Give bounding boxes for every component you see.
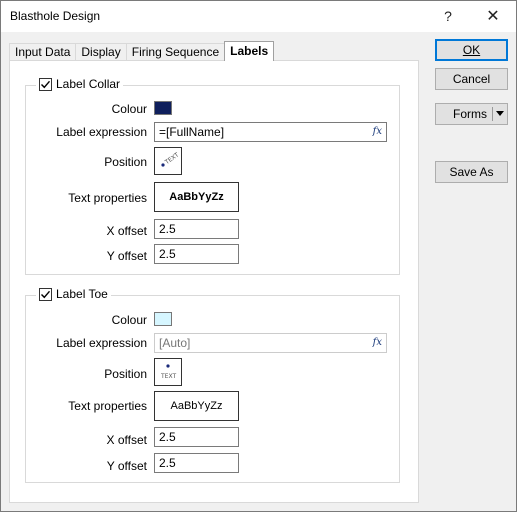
collar-position-text: TEXT [163,151,180,166]
label-toe-checkbox-label: Label Toe [56,287,108,301]
collar-position-picker[interactable]: TEXT [154,147,182,175]
collar-x-offset-value: 2.5 [159,222,176,236]
collar-expression-input[interactable]: =[FullName] fx [154,122,387,142]
toe-x-offset-label: X offset [106,433,147,447]
collar-text-sample: AaBbYyZz [169,191,224,203]
toe-colour-label: Colour [111,313,147,327]
label-collar-checkbox-label: Label Collar [56,77,121,91]
tab-labels[interactable]: Labels [224,41,275,61]
label-collar-header: Label Collar [36,77,124,91]
label-toe-header: Label Toe [36,287,111,301]
labels-tab-panel: Label Collar Colour Label expression =[F… [9,60,419,503]
cancel-button[interactable]: Cancel [435,68,508,90]
chevron-down-icon[interactable] [496,111,504,116]
toe-y-offset-input[interactable]: 2.5 [154,453,239,473]
save-as-button-label: Save As [449,165,494,179]
collar-y-offset-input[interactable]: 2.5 [154,244,239,264]
toe-text-properties-label: Text properties [68,399,147,413]
toe-x-offset-value: 2.5 [159,430,176,444]
collar-text-properties-label: Text properties [68,191,147,205]
toe-text-properties-button[interactable]: AaBbYyZz [154,391,239,421]
position-preview-icon: TEXT [161,151,181,167]
label-toe-checkbox[interactable] [39,287,52,301]
toe-colour-swatch[interactable] [154,312,172,326]
cancel-button-label: Cancel [452,72,491,86]
label-collar-group: Label Collar Colour Label expression =[F… [25,77,400,275]
checkmark-icon [41,80,51,88]
toe-position-text: TEXT [160,373,176,380]
close-button[interactable]: ✕ [481,5,505,27]
toe-expression-label: Label expression [56,336,147,350]
toe-expression-placeholder: [Auto] [159,336,191,350]
tab-display[interactable]: Display [75,43,127,61]
fx-icon[interactable]: fx [373,126,382,137]
checkmark-icon [41,290,51,298]
collar-x-offset-label: X offset [106,224,147,238]
position-preview-icon: TEXT [160,364,176,380]
toe-x-offset-input[interactable]: 2.5 [154,427,239,447]
toe-position-picker[interactable]: TEXT [154,358,182,386]
window-title: Blasthole Design [10,9,101,23]
help-button[interactable]: ? [436,5,460,27]
collar-y-offset-value: 2.5 [159,247,176,261]
title-bar: Blasthole Design ? ✕ [1,1,516,32]
collar-expression-value: =[FullName] [159,125,225,139]
collar-text-properties-button[interactable]: AaBbYyZz [154,182,239,212]
collar-y-offset-label: Y offset [106,249,147,263]
label-toe-group: Label Toe Colour Label expression [Auto]… [25,287,400,483]
ok-button[interactable]: OK [435,39,508,61]
collar-position-label: Position [104,155,147,169]
ok-button-label: OK [462,43,481,57]
fx-icon[interactable]: fx [373,337,382,348]
dialog-window: Blasthole Design ? ✕ Input Data Display … [0,0,517,512]
collar-colour-swatch[interactable] [154,101,172,115]
toe-y-offset-label: Y offset [106,459,147,473]
toe-expression-input[interactable]: [Auto] fx [154,333,387,353]
collar-expression-label: Label expression [56,125,147,139]
collar-x-offset-input[interactable]: 2.5 [154,219,239,239]
save-as-button[interactable]: Save As [435,161,508,183]
collar-colour-label: Colour [111,102,147,116]
forms-divider [492,107,493,121]
tab-strip: Input Data Display Firing Sequence Label… [9,41,275,61]
tab-input-data[interactable]: Input Data [9,43,77,61]
forms-button-label: Forms [453,107,487,121]
label-collar-checkbox[interactable] [39,77,52,91]
tab-firing-sequence[interactable]: Firing Sequence [125,43,226,61]
toe-y-offset-value: 2.5 [159,456,176,470]
forms-button[interactable]: Forms [435,103,508,125]
toe-position-label: Position [104,367,147,381]
toe-text-sample: AaBbYyZz [170,400,223,412]
